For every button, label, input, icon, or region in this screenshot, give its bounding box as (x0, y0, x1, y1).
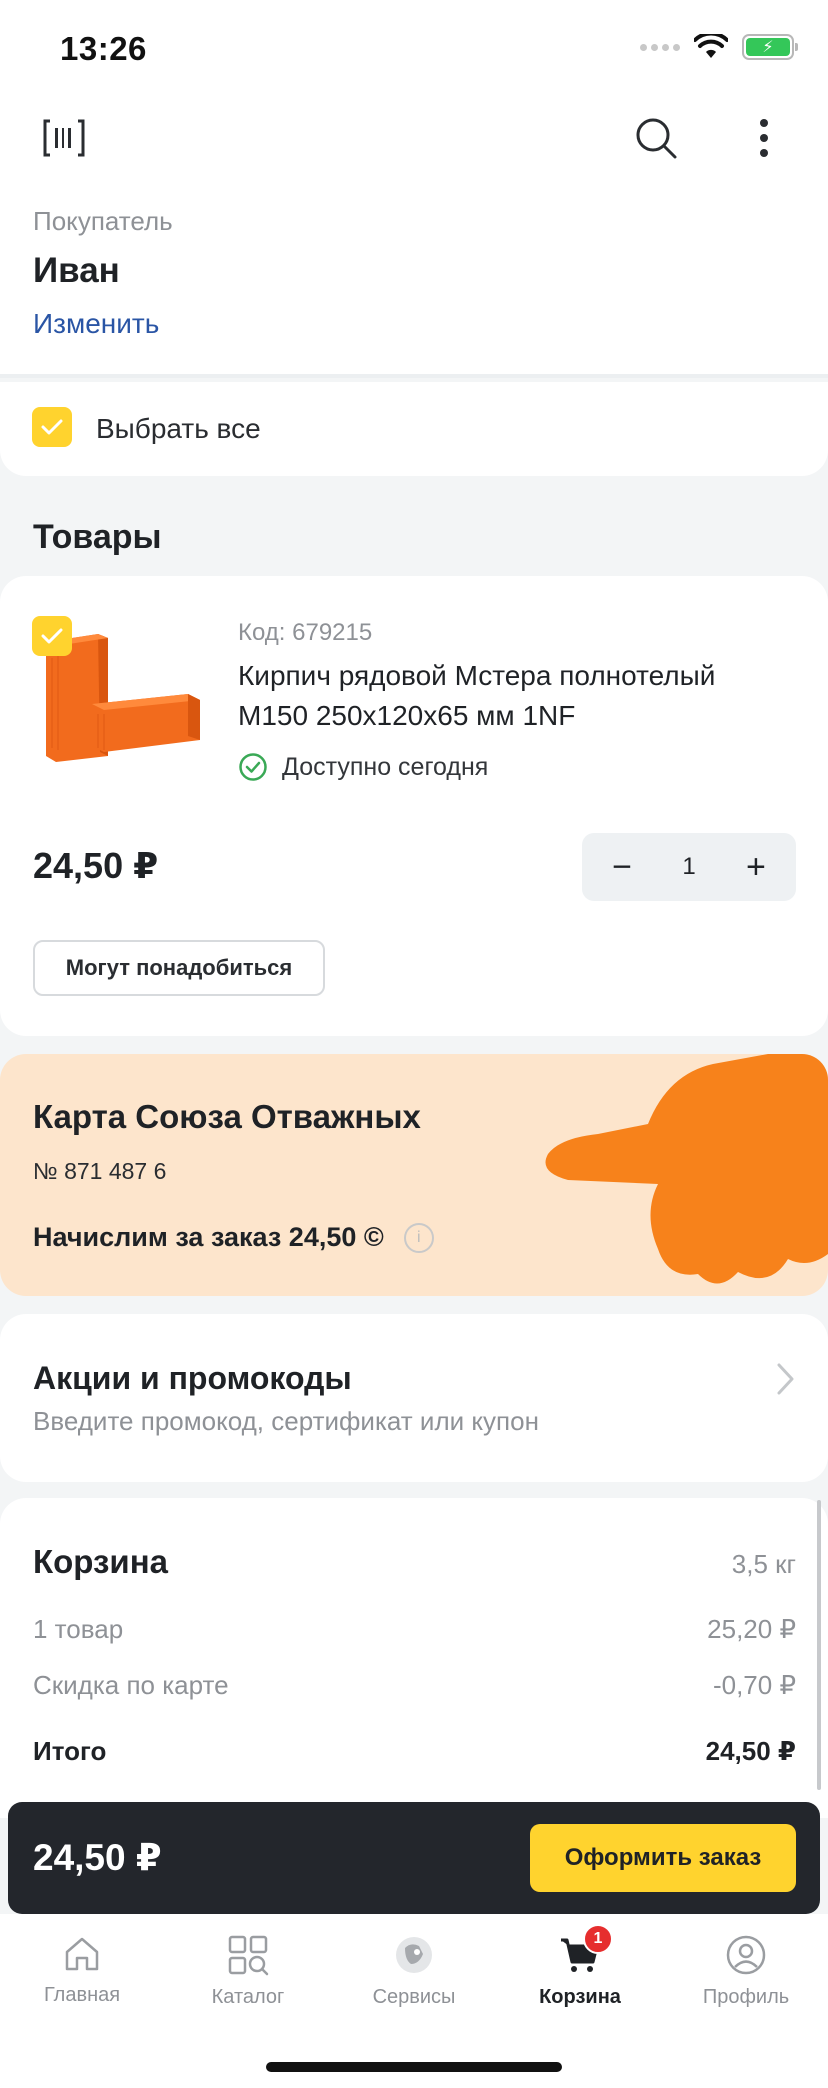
chevron-right-icon (777, 1363, 794, 1395)
promo-title: Акции и промокоды (33, 1360, 352, 1396)
quantity-stepper: − 1 + (582, 833, 796, 901)
barcode-scan-icon[interactable] (36, 110, 92, 166)
status-time: 13:26 (60, 30, 147, 67)
tab-services[interactable]: Сервисы (339, 1934, 489, 2009)
profile-icon (726, 1935, 766, 1975)
availability-status: Доступно сегодня (238, 752, 488, 782)
products-section-title: Товары (33, 518, 162, 556)
tab-profile[interactable]: Профиль (671, 1934, 821, 2009)
tab-home-label: Главная (43, 1984, 121, 2006)
decrease-quantity-button[interactable]: − (606, 850, 638, 884)
items-subtotal: 25,20 ₽ (707, 1614, 796, 1644)
promo-card[interactable] (0, 1314, 828, 1482)
divider (0, 374, 828, 378)
loyalty-card-title: Карта Союза Отважных (33, 1098, 421, 1135)
product-price: 24,50 ₽ (33, 845, 159, 886)
change-buyer-link[interactable]: Изменить (33, 308, 159, 340)
check-icon (41, 628, 63, 644)
product-name[interactable]: Кирпич рядовой Мстера полнотелый М150 25… (238, 656, 778, 736)
pointing-hand-illustration (545, 1054, 828, 1284)
select-all-label[interactable]: Выбрать все (96, 413, 261, 445)
quantity-value: 1 (682, 853, 696, 880)
total-label: Итого (33, 1736, 107, 1766)
battery-icon: ⚡ (742, 34, 798, 60)
promo-subtitle: Введите промокод, сертификат или купон (33, 1406, 539, 1436)
checkout-total-price: 24,50 ₽ (33, 1837, 162, 1878)
may-need-button[interactable]: Могут понадобиться (33, 940, 325, 996)
scrollbar[interactable] (817, 1500, 821, 1790)
product-code: Код: 679215 (238, 619, 373, 646)
info-icon[interactable]: i (403, 1222, 434, 1253)
wifi-icon (694, 34, 728, 58)
catalog-icon (228, 1935, 269, 1976)
tab-catalog[interactable]: Каталог (173, 1934, 323, 2009)
cart-badge: 1 (583, 1924, 613, 1954)
card-discount-label: Скидка по карте (33, 1670, 229, 1700)
tab-services-label: Сервисы (372, 1986, 456, 2008)
card-discount-value: -0,70 ₽ (712, 1670, 796, 1700)
more-menu-icon[interactable] (736, 110, 792, 166)
tab-profile-label: Профиль (702, 1986, 790, 2008)
loyalty-points-text: Начислим за заказ 24,50 © (33, 1222, 384, 1252)
items-count-label: 1 товар (33, 1614, 124, 1644)
home-indicator (266, 2062, 562, 2072)
cart-title: Корзина (33, 1543, 168, 1580)
cart-weight: 3,5 кг (731, 1549, 796, 1579)
buyer-label: Покупатель (33, 206, 173, 236)
services-icon (396, 1937, 432, 1973)
increase-quantity-button[interactable]: + (740, 850, 772, 884)
status-indicators: ⚡ (640, 34, 798, 60)
select-all-checkbox[interactable] (32, 407, 72, 447)
loyalty-card-number: № 871 487 6 (33, 1158, 167, 1184)
total-value: 24,50 ₽ (705, 1736, 796, 1766)
checkout-button[interactable]: Оформить заказ (530, 1824, 796, 1892)
product-checkbox[interactable] (32, 616, 72, 656)
home-icon (65, 1937, 99, 1971)
search-icon[interactable] (628, 110, 684, 166)
tab-cart-label: Корзина (539, 1986, 621, 2008)
availability-text: Доступно сегодня (282, 752, 489, 781)
tab-catalog-label: Каталог (211, 1986, 285, 2008)
check-icon (41, 419, 63, 435)
tab-home[interactable]: Главная (7, 1934, 157, 2007)
signal-icon (640, 43, 680, 51)
check-circle-icon (239, 753, 267, 781)
tab-cart[interactable]: 1 Корзина (505, 1924, 655, 2009)
cart-icon-wrapper: 1 (559, 1924, 613, 1976)
buyer-name: Иван (33, 251, 120, 290)
loyalty-points: Начислим за заказ 24,50 © i (33, 1222, 434, 1253)
